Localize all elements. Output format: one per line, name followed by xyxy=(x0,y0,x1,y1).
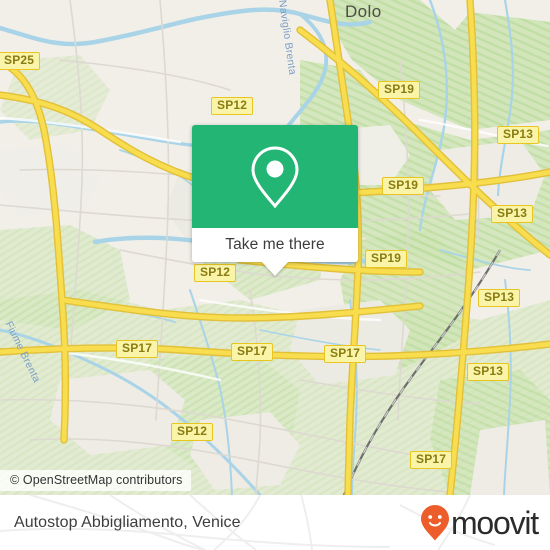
road-shield-sp19-2[interactable]: SP19 xyxy=(382,177,425,195)
place-title: Autostop Abbigliamento, Venice xyxy=(14,513,241,531)
road-shield-sp17-1[interactable]: SP17 xyxy=(116,340,159,358)
road-shield-sp13-2[interactable]: SP13 xyxy=(491,205,534,223)
road-shield-sp17-2[interactable]: SP17 xyxy=(231,343,274,361)
road-shield-sp12-2[interactable]: SP12 xyxy=(194,264,237,282)
moovit-logo[interactable]: moovit xyxy=(420,504,539,542)
road-shield-sp17-3[interactable]: SP17 xyxy=(324,345,367,363)
place-callout-card[interactable]: Take me there xyxy=(192,125,358,276)
road-shield-sp13-4[interactable]: SP13 xyxy=(467,363,510,381)
road-shield-sp12-3[interactable]: SP12 xyxy=(171,423,214,441)
road-shield-sp19-3[interactable]: SP19 xyxy=(365,250,408,268)
osm-attribution[interactable]: © OpenStreetMap contributors xyxy=(0,470,191,491)
road-shield-sp19-1[interactable]: SP19 xyxy=(378,81,421,99)
map-canvas[interactable]: Dolo Fiume Brenta Naviglio Brenta SP25 S… xyxy=(0,0,550,495)
road-shield-sp17-4[interactable]: SP17 xyxy=(410,451,453,469)
callout-pointer-tail xyxy=(262,262,288,276)
callout-icon-area xyxy=(192,125,358,228)
map-screen: Dolo Fiume Brenta Naviglio Brenta SP25 S… xyxy=(0,0,550,550)
road-shield-sp13-3[interactable]: SP13 xyxy=(478,289,521,307)
moovit-smiley-pin-icon xyxy=(420,504,449,540)
location-pin-icon xyxy=(251,145,299,208)
road-shield-sp13-1[interactable]: SP13 xyxy=(497,126,540,144)
road-shield-sp12-1[interactable]: SP12 xyxy=(211,97,254,115)
road-shield-sp25-1[interactable]: SP25 xyxy=(0,52,41,70)
take-me-there-label: Take me there xyxy=(225,236,325,253)
moovit-wordmark: moovit xyxy=(450,504,539,541)
bottom-info-bar: Autostop Abbigliamento, Venice moovit xyxy=(0,495,550,550)
callout-action-area[interactable]: Take me there xyxy=(192,228,358,276)
